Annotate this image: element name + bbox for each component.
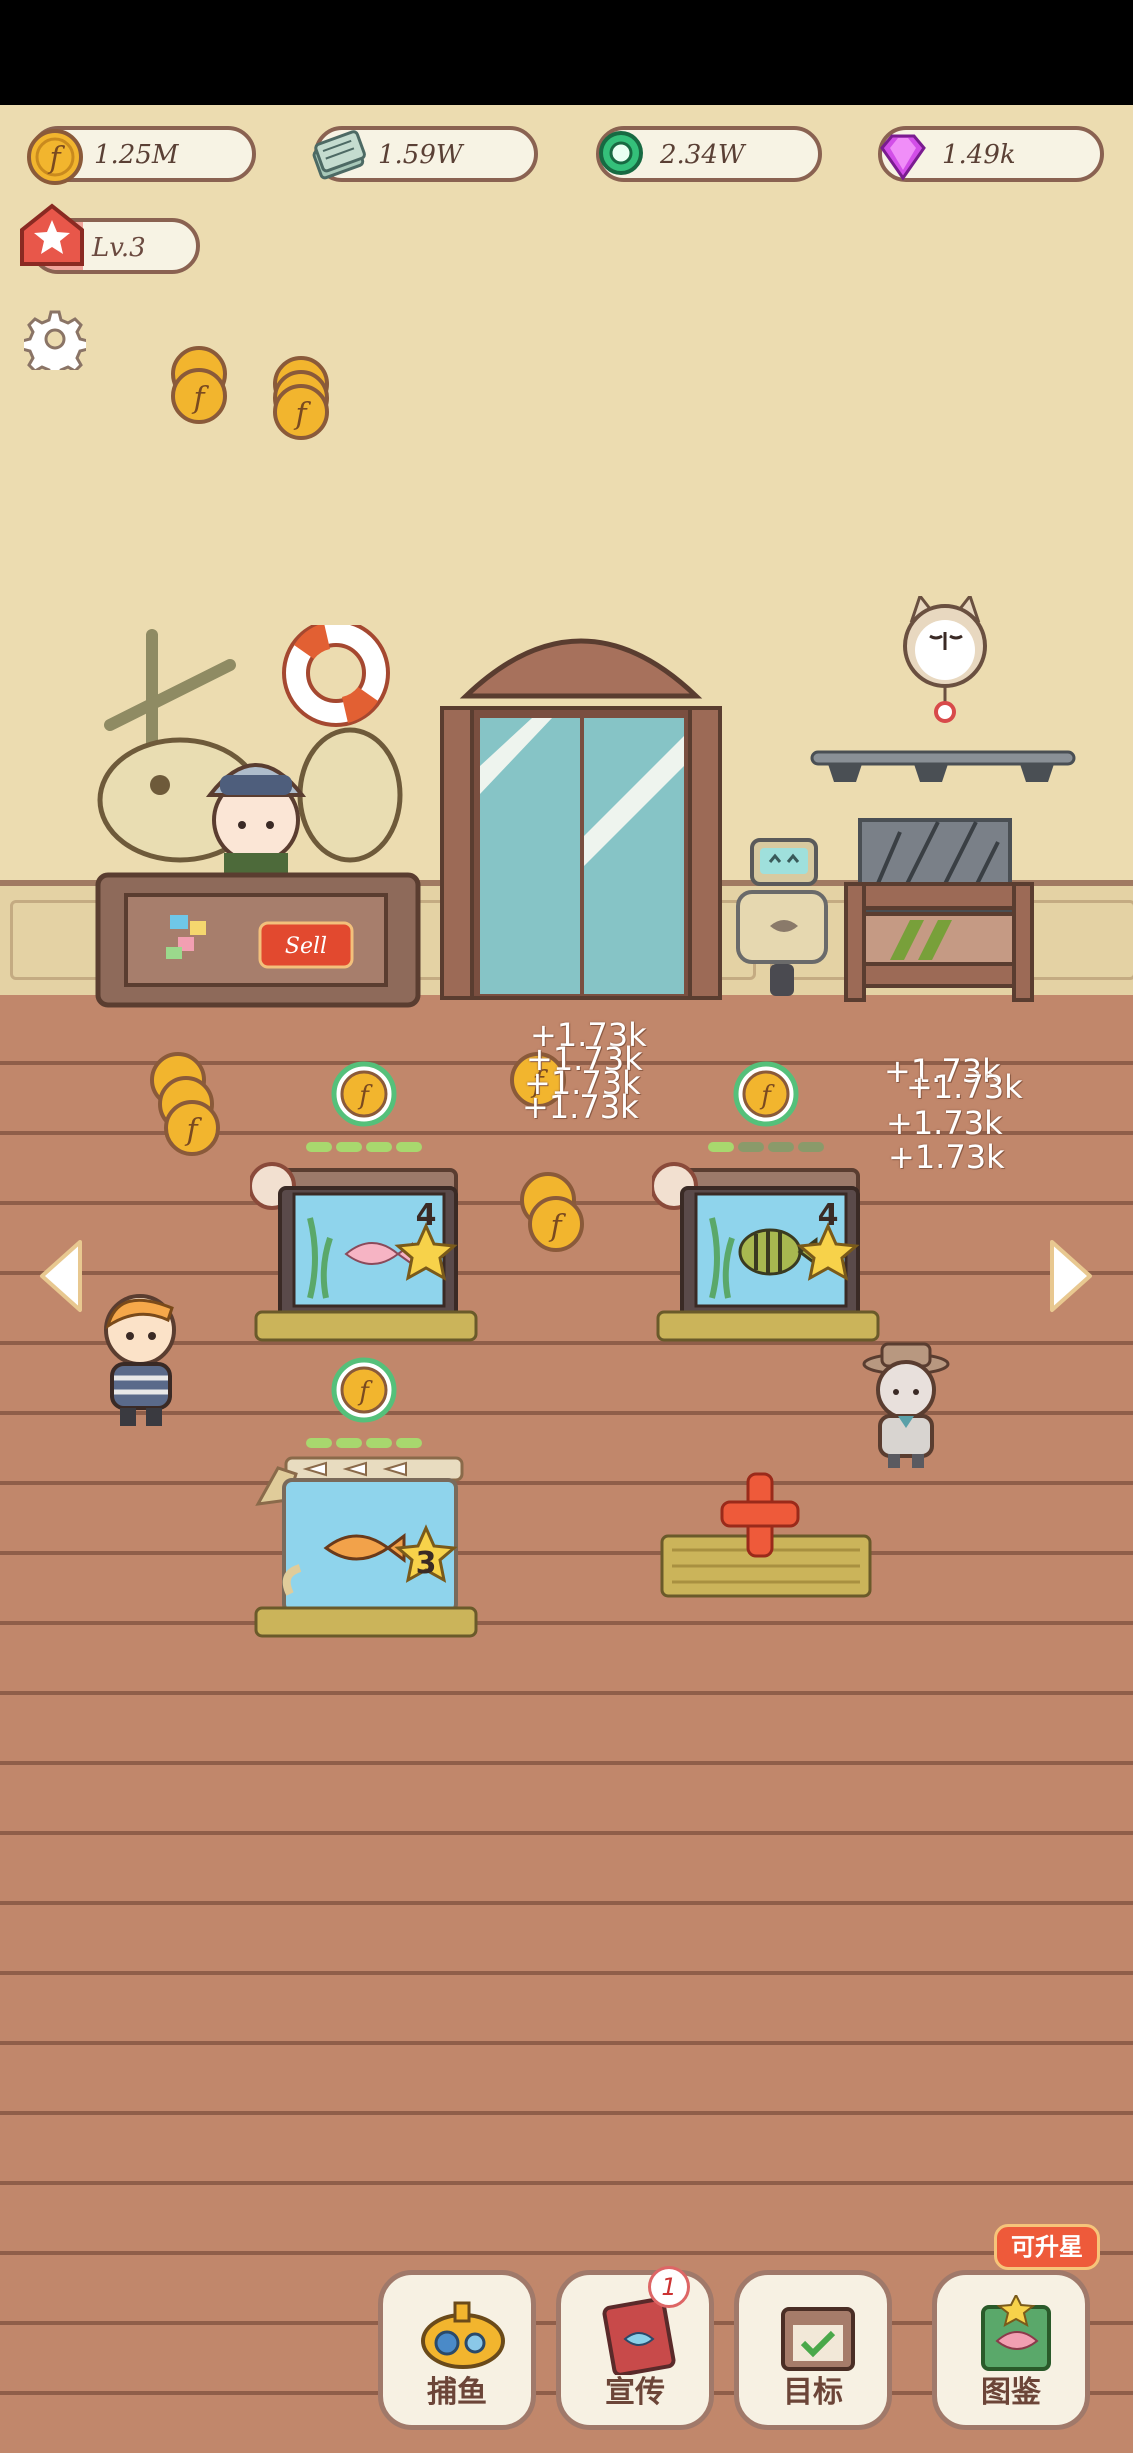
level-star-icon [20,203,84,266]
coin-counter[interactable]: f 1.25M [27,126,256,185]
pearl-icon [599,131,643,175]
fish-tank-art: f [254,1357,478,1638]
gem-counter[interactable]: 1.49k [878,126,1104,182]
income-popup: +1.73k [888,1138,1005,1176]
tank-star-level: 4 [415,1198,437,1233]
coin-value: 1.25M [94,140,179,170]
fishing-label: 捕鱼 [427,2375,487,2410]
promote-button[interactable]: 宣传 [556,2270,714,2430]
goals-button[interactable]: 目标 [734,2270,892,2430]
prev-room-arrow-icon[interactable] [36,1236,86,1316]
player-level: Lv.3 [92,233,146,263]
collection-label: 图鉴 [981,2375,1041,2410]
income-popup: +1.73k [886,1104,1003,1142]
sell-counter[interactable]: Sell [90,625,430,1010]
fishing-button[interactable]: 捕鱼 [378,2270,536,2430]
coin-icon: f [27,129,83,185]
sell-sign: Sell [285,934,327,959]
cat-clock-icon [903,596,987,723]
next-room-arrow-icon[interactable] [1046,1236,1096,1316]
submarine-icon [421,2301,505,2369]
floor-coin-pile[interactable]: f [518,1170,588,1256]
income-popup: +1.73k [522,1088,639,1126]
cash-value: 1.59W [378,140,463,170]
fish-tank[interactable]: f 3 [250,1354,480,1638]
coin-stack[interactable]: f [268,354,334,446]
cash-stack-icon [312,130,366,180]
promote-notification-badge: 1 [648,2266,690,2308]
elevator-door[interactable] [436,626,726,1006]
gem-icon [880,134,926,181]
goals-label: 目标 [783,2375,843,2410]
add-plus-icon [660,1472,872,1598]
add-tank-slot[interactable] [656,1468,876,1608]
can-upgrade-tag: 可升星 [994,2224,1100,2270]
floor-coin-pile[interactable]: f [148,1050,222,1160]
fish-tank-art: f [652,1061,880,1342]
pearl-value: 2.34W [660,140,745,170]
collection-button[interactable]: 图鉴 [932,2270,1090,2430]
promote-label: 宣传 [605,2375,665,2410]
cash-counter[interactable]: 1.59W [312,126,538,182]
pearl-counter[interactable]: 2.34W [596,126,822,182]
checklist-icon [781,2307,855,2371]
coin-stack[interactable]: f [166,344,232,428]
income-popup: +1.73k [906,1068,1023,1106]
settings-gear-icon[interactable] [24,308,86,370]
fish-book-icon [981,2295,1051,2371]
tank-star-level: 4 [817,1198,839,1233]
customer-hat[interactable] [858,1340,954,1470]
display-shelf [810,750,1076,1002]
tank-star-level: 3 [415,1546,437,1581]
fish-tank[interactable]: f 4 [652,1058,882,1342]
status-bar [0,0,1133,105]
fish-tank-art: f [250,1061,478,1342]
customer-boy[interactable] [92,1290,188,1430]
gem-value: 1.49k [942,140,1016,170]
fish-tank[interactable]: f 4 [250,1058,480,1342]
